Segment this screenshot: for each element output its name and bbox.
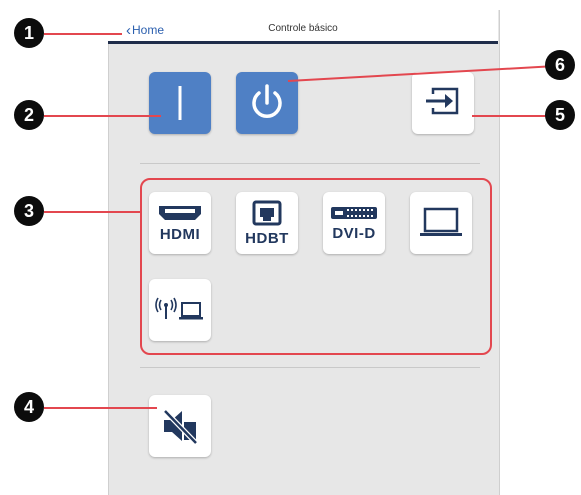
page-title: Controle básico bbox=[268, 23, 338, 34]
source-button-computer[interactable] bbox=[410, 192, 472, 254]
callout-2: 2 bbox=[14, 100, 44, 130]
callout-line-1 bbox=[44, 33, 122, 35]
callout-6: 6 bbox=[545, 50, 575, 80]
source-button-network[interactable] bbox=[149, 279, 211, 341]
callout-3: 3 bbox=[14, 196, 44, 226]
callout-5: 5 bbox=[545, 100, 575, 130]
audio-mute-button[interactable] bbox=[149, 395, 211, 457]
network-icon bbox=[155, 297, 203, 320]
source-label-hdbt: HDBT bbox=[245, 229, 289, 247]
computer-icon bbox=[420, 207, 462, 236]
source-label-dvi-d: DVI-D bbox=[332, 224, 376, 242]
source-search-icon bbox=[426, 87, 459, 115]
callout-1: 1 bbox=[14, 18, 44, 48]
divider-top bbox=[140, 163, 480, 164]
dvi-port-icon bbox=[331, 206, 377, 219]
callout-line-3 bbox=[44, 211, 142, 213]
source-button-hdbt[interactable]: HDBT bbox=[236, 192, 298, 254]
hdmi-port-icon bbox=[159, 205, 201, 220]
source-button-hdmi[interactable]: HDMI bbox=[149, 192, 211, 254]
source-search-button[interactable] bbox=[412, 72, 474, 134]
divider-bottom bbox=[140, 367, 480, 368]
callout-4: 4 bbox=[14, 392, 44, 422]
av-mute-button[interactable] bbox=[149, 72, 211, 134]
callout-line-2 bbox=[44, 115, 161, 117]
power-icon bbox=[252, 84, 282, 118]
hdbaset-port-icon bbox=[252, 200, 282, 225]
mute-audio-icon bbox=[163, 409, 198, 445]
header-bar: ‹Home Controle básico bbox=[108, 10, 498, 44]
av-mute-icon bbox=[178, 86, 182, 120]
callout-line-5 bbox=[472, 115, 550, 117]
source-label-hdmi: HDMI bbox=[159, 225, 201, 243]
source-button-dvi-d[interactable]: DVI-D bbox=[323, 192, 385, 254]
callout-line-4 bbox=[44, 407, 157, 409]
